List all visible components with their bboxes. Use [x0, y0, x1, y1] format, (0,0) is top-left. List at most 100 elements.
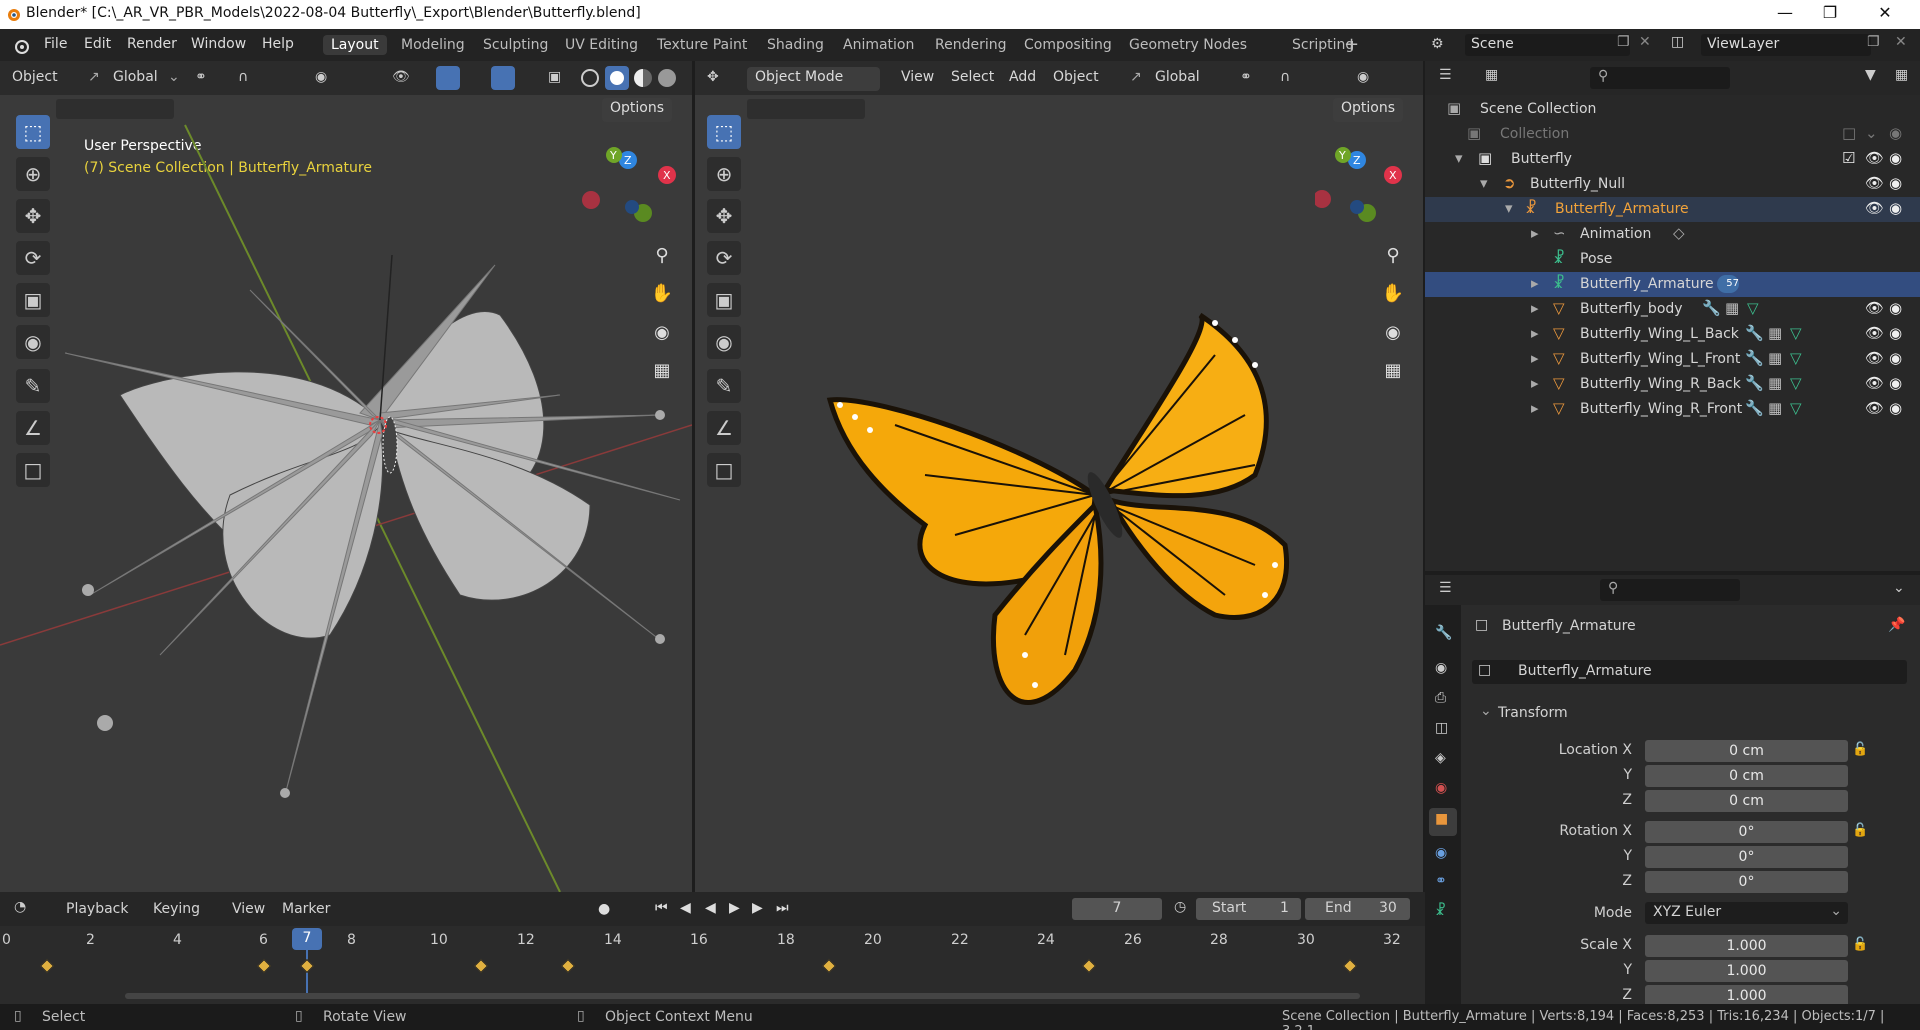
right-select-box-tool[interactable]: ⬚ [707, 115, 741, 149]
include-checkbox-icon[interactable]: ☑ [1842, 149, 1855, 167]
timeline-view-menu[interactable]: View [232, 901, 265, 917]
outliner-row-butterfly-armature-data[interactable]: ▸ ☧ Butterfly_Armature 57 [1425, 272, 1920, 297]
transform-tool[interactable]: ◉ [16, 325, 50, 359]
visibility-icon[interactable]: 👁 [392, 69, 410, 85]
location-x-field[interactable]: 0 cm [1645, 740, 1848, 762]
modifier-wrench-icon[interactable]: 🔧 [1745, 349, 1764, 367]
output-tab-icon[interactable]: ⎙ [1435, 690, 1446, 706]
rotation-mode-dropdown[interactable]: XYZ Euler ⌄ [1645, 902, 1848, 924]
rotation-z-field[interactable]: 0° [1645, 871, 1848, 893]
scale-x-field[interactable]: 1.000 [1645, 935, 1848, 957]
rendered-shading-icon[interactable] [658, 69, 676, 87]
menu-edit[interactable]: Edit [84, 36, 111, 52]
render-camera-icon[interactable]: ◉ [1889, 324, 1902, 342]
left-orientation-dropdown[interactable]: Global [113, 69, 158, 85]
expand-arrow-icon[interactable]: ▾ [1455, 149, 1463, 167]
properties-search-input[interactable]: ⚲ [1600, 579, 1740, 601]
outliner-row-wing-r-front[interactable]: ▸ ▽ Butterfly_Wing_R_Front 🔧 ▦ ▽ 👁 ◉ [1425, 397, 1920, 422]
right-navigation-gizmo[interactable]: Z Y X [1315, 145, 1415, 225]
left-mode-menu[interactable]: Object [12, 69, 58, 85]
visibility-eye-icon[interactable]: 👁 [1865, 399, 1884, 417]
material-shading-icon[interactable] [634, 69, 652, 87]
right-rotate-tool[interactable]: ⟳ [707, 241, 741, 275]
solid-shading-button[interactable] [605, 66, 629, 90]
tab-layout[interactable]: Layout [323, 35, 387, 55]
filter-icon[interactable]: ▼ [1865, 67, 1876, 83]
play-reverse-icon[interactable]: ◀ [705, 900, 716, 916]
measure-tool[interactable]: ∠ [16, 411, 50, 445]
visibility-eye-icon[interactable]: 👁 [1865, 149, 1884, 167]
render-camera-icon[interactable]: ◉ [1889, 299, 1902, 317]
visibility-eye-icon[interactable]: 👁 [1865, 324, 1884, 342]
visibility-eye-icon[interactable]: 👁 [1865, 199, 1884, 217]
navigation-gizmo[interactable]: Z Y X [580, 145, 680, 225]
rotate-tool[interactable]: ⟳ [16, 241, 50, 275]
right-perspective-grid-icon[interactable]: ▦ [1378, 355, 1408, 385]
menu-select[interactable]: Select [951, 69, 994, 85]
visibility-eye-icon[interactable]: 👁 [1865, 349, 1884, 367]
object-data-browse-icon[interactable]: □ [1478, 662, 1491, 678]
object-mode-dropdown[interactable]: Object Mode [747, 67, 880, 91]
menu-view[interactable]: View [901, 69, 934, 85]
move-tool[interactable]: ✥ [16, 199, 50, 233]
world-tab-icon[interactable]: ◉ [1435, 780, 1447, 796]
scene-new-icon[interactable]: ❐ [1617, 34, 1630, 50]
outliner-row-wing-r-back[interactable]: ▸ ▽ Butterfly_Wing_R_Back 🔧 ▦ ▽ 👁 ◉ [1425, 372, 1920, 397]
prev-keyframe-icon[interactable]: ◀ [680, 900, 691, 916]
outliner-row-collection[interactable]: ▣ Collection □ ⌄ ◉ [1425, 122, 1920, 147]
visibility-eye-icon[interactable]: 👁 [1865, 299, 1884, 317]
expand-arrow-icon[interactable]: ▸ [1531, 374, 1539, 392]
expand-arrow-icon[interactable]: ▸ [1531, 224, 1539, 242]
gizmo-toggle-button[interactable] [436, 66, 460, 90]
lock-scale-icon[interactable]: 🔓 [1852, 937, 1868, 952]
zoom-icon[interactable]: ⚲ [647, 240, 677, 270]
perspective-grid-icon[interactable]: ▦ [647, 355, 677, 385]
minimize-button[interactable]: — [1765, 3, 1805, 25]
left-viewport[interactable]: Options User Perspective (7) Scene Colle… [0, 95, 692, 892]
render-icon[interactable]: ◉ [1889, 124, 1902, 142]
viewlayer-new-icon[interactable]: ❐ [1867, 34, 1880, 50]
lock-rotation-icon[interactable]: 🔓 [1852, 823, 1868, 838]
modifier-wrench-icon[interactable]: 🔧 [1745, 324, 1764, 342]
outliner-row-wing-l-front[interactable]: ▸ ▽ Butterfly_Wing_L_Front 🔧 ▦ ▽ 👁 ◉ [1425, 347, 1920, 372]
right-move-tool[interactable]: ✥ [707, 199, 741, 233]
marker-menu[interactable]: Marker [282, 901, 330, 917]
outliner-row-wing-l-back[interactable]: ▸ ▽ Butterfly_Wing_L_Back 🔧 ▦ ▽ 👁 ◉ [1425, 322, 1920, 347]
playback-menu[interactable]: Playback [66, 901, 128, 917]
keying-menu[interactable]: Keying [153, 901, 200, 917]
hide-icon[interactable]: ⌄ [1865, 124, 1878, 142]
pan-hand-icon[interactable]: ✋ [647, 278, 677, 308]
expand-arrow-icon[interactable]: ▸ [1531, 349, 1539, 367]
render-tab-icon[interactable]: ◉ [1435, 660, 1447, 676]
end-frame-field[interactable]: End 30 [1305, 898, 1410, 920]
add-workspace-icon[interactable]: + [1336, 32, 1367, 57]
armature-data-tab-icon[interactable]: ☧ [1435, 903, 1446, 919]
select-box-tool[interactable]: ⬚ [16, 115, 50, 149]
maximize-button[interactable]: ❐ [1810, 3, 1850, 25]
right-add-cube-tool[interactable]: □ [707, 453, 741, 487]
tab-rendering[interactable]: Rendering [927, 35, 1015, 55]
render-camera-icon[interactable]: ◉ [1889, 174, 1902, 192]
cursor-tool[interactable]: ⊕ [16, 157, 50, 191]
outliner-search-input[interactable]: ⚲ [1590, 67, 1730, 89]
expand-arrow-icon[interactable]: ▸ [1531, 324, 1539, 342]
overlay-toggle-button[interactable] [491, 66, 515, 90]
viewlayer-icon[interactable]: ◫ [1671, 34, 1684, 50]
close-button[interactable]: ✕ [1865, 3, 1905, 25]
outliner-row-butterfly-null[interactable]: ▾ ➲ Butterfly_Null 👁 ◉ [1425, 172, 1920, 197]
outliner-row-butterfly-body[interactable]: ▸ ▽ Butterfly_body 🔧 ▦ ▽ 👁 ◉ [1425, 297, 1920, 322]
display-mode-icon[interactable]: ▦ [1485, 67, 1498, 83]
expand-arrow-icon[interactable]: ▾ [1480, 174, 1488, 192]
scene-tab-icon[interactable]: ◈ [1435, 750, 1446, 766]
tab-texture-paint[interactable]: Texture Paint [649, 35, 755, 55]
start-frame-field[interactable]: Start 1 [1196, 898, 1301, 920]
current-frame-field[interactable]: 7 [1072, 898, 1162, 920]
menu-window[interactable]: Window [191, 36, 246, 52]
scale-y-field[interactable]: 1.000 [1645, 960, 1848, 982]
rotation-y-field[interactable]: 0° [1645, 846, 1848, 868]
timeline-editor-icon[interactable]: ◔ [14, 899, 26, 915]
right-zoom-icon[interactable]: ⚲ [1378, 240, 1408, 270]
render-camera-icon[interactable]: ◉ [1889, 199, 1902, 217]
preview-range-icon[interactable]: ◷ [1174, 899, 1186, 915]
camera-icon[interactable]: ◉ [647, 317, 677, 347]
